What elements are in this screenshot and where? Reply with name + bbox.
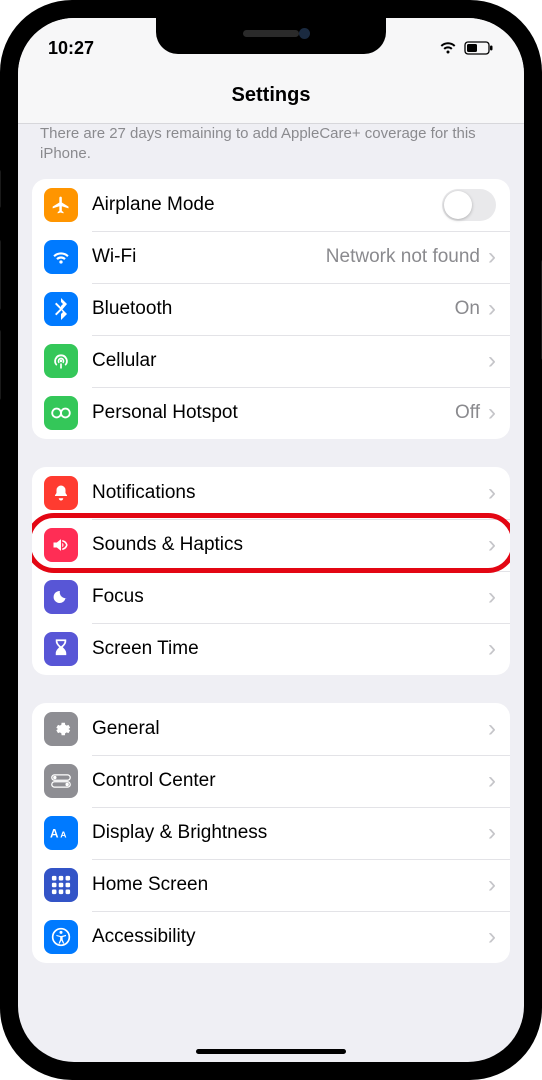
battery-status-icon <box>464 41 494 55</box>
chevron-right-icon: › <box>488 297 496 321</box>
speaker-icon <box>44 528 78 562</box>
hourglass-icon <box>44 632 78 666</box>
wifi-row[interactable]: Wi-Fi Network not found › <box>32 231 510 283</box>
chevron-right-icon: › <box>488 401 496 425</box>
focus-row[interactable]: Focus › <box>32 571 510 623</box>
row-label: Focus <box>92 586 488 608</box>
system-group: General › Control Center › AA Display & … <box>32 703 510 963</box>
chevron-right-icon: › <box>488 533 496 557</box>
settings-content[interactable]: There are 27 days remaining to add Apple… <box>18 124 524 1062</box>
row-label: Home Screen <box>92 874 488 896</box>
accessibility-row[interactable]: Accessibility › <box>32 911 510 963</box>
row-label: Screen Time <box>92 638 488 660</box>
row-label: Accessibility <box>92 926 488 948</box>
chevron-right-icon: › <box>488 821 496 845</box>
airplane-icon <box>44 188 78 222</box>
airplane-mode-row[interactable]: Airplane Mode <box>32 179 510 231</box>
chevron-right-icon: › <box>488 349 496 373</box>
nav-header: Settings <box>18 68 524 124</box>
bluetooth-icon <box>44 292 78 326</box>
svg-text:A: A <box>60 830 66 840</box>
row-label: Cellular <box>92 350 488 372</box>
grid-icon <box>44 868 78 902</box>
row-label: Airplane Mode <box>92 194 442 216</box>
display-brightness-row[interactable]: AA Display & Brightness › <box>32 807 510 859</box>
mute-switch <box>0 170 1 208</box>
hotspot-icon <box>44 396 78 430</box>
home-indicator[interactable] <box>196 1049 346 1054</box>
device-frame: 10:27 Settings There are 27 days remaini… <box>0 0 542 1080</box>
sounds-haptics-row[interactable]: Sounds & Haptics › <box>32 519 510 571</box>
chevron-right-icon: › <box>488 925 496 949</box>
notch <box>156 18 386 54</box>
row-label: Wi-Fi <box>92 246 326 268</box>
chevron-right-icon: › <box>488 873 496 897</box>
toggles-icon <box>44 764 78 798</box>
row-label: General <box>92 718 488 740</box>
chevron-right-icon: › <box>488 717 496 741</box>
screen-time-row[interactable]: Screen Time › <box>32 623 510 675</box>
svg-text:A: A <box>50 828 59 841</box>
wifi-icon <box>44 240 78 274</box>
chevron-right-icon: › <box>488 481 496 505</box>
general-row[interactable]: General › <box>32 703 510 755</box>
moon-icon <box>44 580 78 614</box>
hotspot-row[interactable]: Personal Hotspot Off › <box>32 387 510 439</box>
connectivity-group: Airplane Mode Wi-Fi Network not found › … <box>32 179 510 439</box>
speaker <box>243 30 299 37</box>
row-label: Notifications <box>92 482 488 504</box>
front-camera <box>299 28 310 39</box>
bluetooth-row[interactable]: Bluetooth On › <box>32 283 510 335</box>
row-label: Control Center <box>92 770 488 792</box>
row-value: Off <box>455 402 480 424</box>
accessibility-icon <box>44 920 78 954</box>
chevron-right-icon: › <box>488 585 496 609</box>
chevron-right-icon: › <box>488 637 496 661</box>
notifications-group: Notifications › Sounds & Haptics › Focus… <box>32 467 510 675</box>
gear-icon <box>44 712 78 746</box>
airplane-mode-toggle[interactable] <box>442 189 496 221</box>
row-value: On <box>455 298 480 320</box>
text-size-icon: AA <box>44 816 78 850</box>
home-screen-row[interactable]: Home Screen › <box>32 859 510 911</box>
row-label: Bluetooth <box>92 298 455 320</box>
control-center-row[interactable]: Control Center › <box>32 755 510 807</box>
volume-down-button <box>0 330 1 400</box>
page-title: Settings <box>232 84 311 107</box>
notifications-row[interactable]: Notifications › <box>32 467 510 519</box>
row-label: Sounds & Haptics <box>92 534 488 556</box>
chevron-right-icon: › <box>488 245 496 269</box>
chevron-right-icon: › <box>488 769 496 793</box>
cellular-icon <box>44 344 78 378</box>
screen: 10:27 Settings There are 27 days remaini… <box>18 18 524 1062</box>
row-label: Display & Brightness <box>92 822 488 844</box>
row-label: Personal Hotspot <box>92 402 455 424</box>
row-value: Network not found <box>326 246 480 268</box>
bell-icon <box>44 476 78 510</box>
status-time: 10:27 <box>48 38 94 59</box>
wifi-status-icon <box>438 41 458 55</box>
applecare-banner: There are 27 days remaining to add Apple… <box>18 124 524 179</box>
volume-up-button <box>0 240 1 310</box>
cellular-row[interactable]: Cellular › <box>32 335 510 387</box>
